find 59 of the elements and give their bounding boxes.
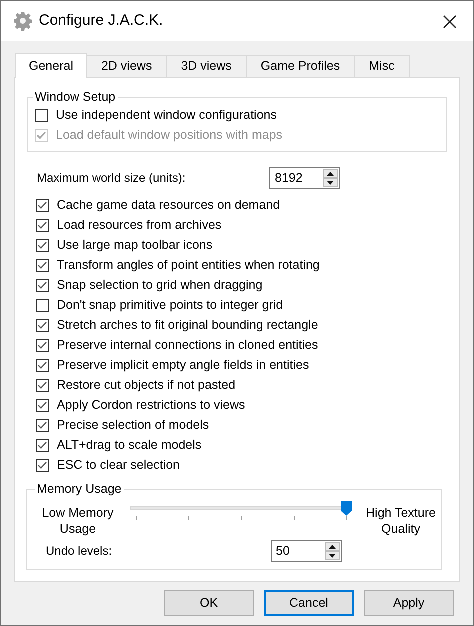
spin-box[interactable]: 8192 (269, 167, 340, 189)
field-label: Undo levels: (46, 543, 112, 560)
checkbox-label: Precise selection of models (57, 416, 210, 434)
checkbox[interactable] (36, 238, 49, 252)
slider-label: High Texture Quality (365, 505, 437, 537)
spin-down-button[interactable] (323, 178, 338, 187)
close-icon[interactable] (443, 15, 457, 29)
checkbox-label: Load default window positions with maps (56, 126, 283, 144)
window-title: Configure J.A.C.K. (39, 10, 164, 31)
checkbox-label: ESC to clear selection (57, 456, 180, 474)
checkbox-label: Load resources from archives (57, 216, 222, 234)
slider[interactable] (130, 501, 352, 521)
down-arrow-icon (329, 554, 336, 558)
group-title: Window Setup (34, 89, 117, 105)
checkbox[interactable] (36, 258, 49, 272)
checkbox[interactable] (36, 378, 49, 392)
up-arrow-icon (327, 172, 334, 176)
checkbox[interactable] (36, 278, 49, 292)
checkbox-label: Use large map toolbar icons (57, 236, 213, 254)
checkbox[interactable] (36, 198, 49, 212)
checkbox-label: Snap selection to grid when dragging (57, 276, 263, 294)
checkbox-label: Cache game data resources on demand (57, 196, 280, 214)
slider-label: Low Memory Usage (41, 505, 115, 537)
spin-down-button[interactable] (325, 551, 340, 560)
dialog-button[interactable]: Apply (364, 590, 454, 616)
gear-icon (13, 11, 33, 31)
spin-up-button[interactable] (323, 169, 338, 178)
checkbox[interactable] (36, 358, 49, 372)
checkbox-label: Restore cut objects if not pasted (57, 376, 236, 394)
checkbox-label: Don't snap primitive points to integer grid (57, 296, 284, 314)
checkbox[interactable] (36, 418, 49, 432)
checkbox-label: Preserve internal connections in cloned entities (57, 336, 318, 354)
checkbox[interactable] (36, 338, 49, 352)
field-label: Maximum world size (units): (37, 170, 186, 187)
group-title: Memory Usage (36, 481, 123, 497)
checkbox[interactable] (36, 318, 49, 332)
checkbox-label: Apply Cordon restrictions to views (57, 396, 246, 414)
tab[interactable]: Misc (354, 55, 410, 77)
dialog-button[interactable]: Cancel (264, 590, 354, 616)
field-value: 8192 (275, 170, 303, 187)
checkbox-label: Transform angles of point entities when rotating (57, 256, 320, 274)
down-arrow-icon (327, 180, 334, 184)
spin-up-button[interactable] (325, 542, 340, 551)
checkbox[interactable] (36, 298, 49, 312)
checkbox[interactable] (36, 398, 49, 412)
checkbox[interactable] (35, 108, 48, 122)
checkbox[interactable] (36, 458, 49, 472)
tab[interactable]: General (15, 53, 88, 78)
checkbox-label: Preserve implicit empty angle fields in entities (57, 356, 310, 374)
checkbox[interactable] (36, 218, 49, 232)
dialog-button[interactable]: OK (164, 590, 254, 616)
checkbox-label: Stretch arches to fit original bounding rectangle (57, 316, 318, 334)
checkbox-label: Use independent window configurations (56, 106, 277, 124)
up-arrow-icon (329, 544, 336, 548)
spin-box[interactable]: 50 (271, 540, 342, 562)
field-value: 50 (276, 542, 290, 560)
checkbox-label: ALT+drag to scale models (57, 436, 202, 454)
slider-thumb[interactable] (341, 501, 352, 516)
checkbox[interactable] (36, 438, 49, 452)
